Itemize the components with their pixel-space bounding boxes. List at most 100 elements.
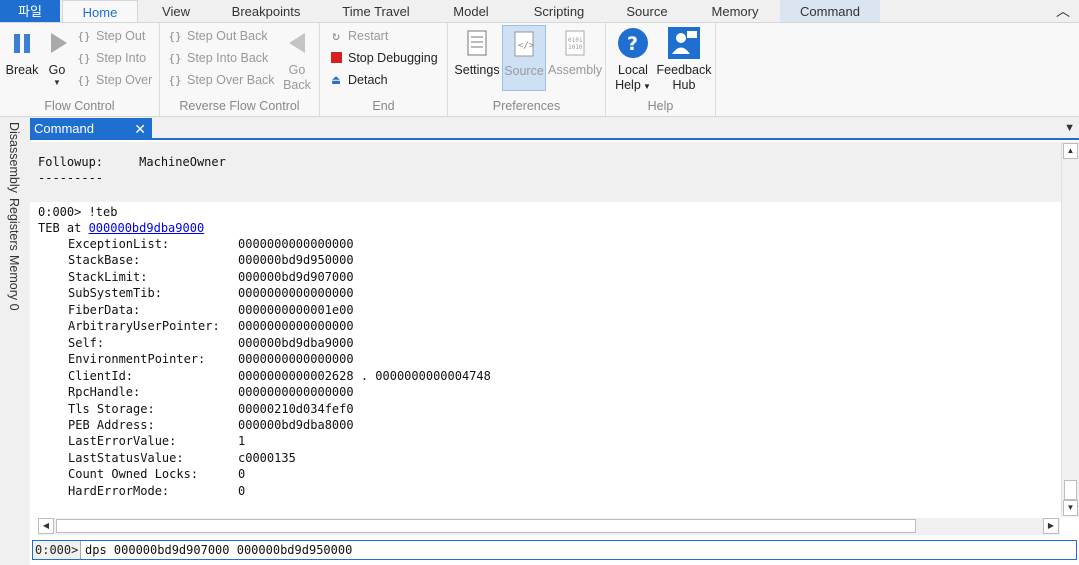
horizontal-scrollbar[interactable]: ◀ ▶ (38, 518, 1060, 535)
tab-file[interactable]: 파일 (0, 0, 60, 23)
break-button[interactable]: Break (4, 27, 40, 78)
teb-field-value: 000000bd9dba8000 (238, 417, 354, 432)
group-help: ? Local Help ▼ Feedback Hub Help (606, 23, 716, 117)
side-tab-disassembly[interactable]: Disassembly (7, 122, 21, 193)
tab-source[interactable]: Source (612, 0, 682, 23)
step-over-back-label: Step Over Back (187, 73, 275, 87)
play-icon (42, 27, 74, 59)
command-window-title: Command (34, 121, 94, 136)
scroll-left-icon[interactable]: ◀ (38, 518, 54, 534)
detach-button[interactable]: ⏏ Detach (328, 70, 388, 90)
stop-debugging-button[interactable]: Stop Debugging (328, 48, 438, 68)
go-dropdown-icon[interactable]: ▼ (42, 78, 72, 88)
command-output[interactable]: Followup: MachineOwner --------- 0:000> … (30, 142, 1062, 518)
local-help-label-1: Local (618, 63, 648, 77)
side-tab-registers[interactable]: Registers (7, 198, 21, 251)
group-reverse-flow-control: {} Step Out Back {} Step Into Back {} Step … (160, 23, 320, 117)
eject-icon: ⏏ (332, 73, 340, 88)
step-over-button[interactable]: {} Step Over (76, 70, 152, 90)
step-out-back-button[interactable]: {} Step Out Back (167, 26, 268, 46)
tab-memory[interactable]: Memory (700, 0, 770, 23)
vertical-scrollbar[interactable]: ▲ ▼ (1061, 142, 1079, 517)
step-into-back-icon: {} (168, 52, 182, 65)
source-mode-button[interactable]: </> Source (502, 25, 546, 91)
ribbon-tab-bar: 파일 Home View Breakpoints Time Travel Mod… (0, 0, 1079, 23)
teb-field-name: StackBase: (68, 253, 141, 268)
group-label-preferences: Preferences (492, 99, 561, 113)
step-out-button[interactable]: {} Step Out (76, 26, 145, 46)
tab-view[interactable]: View (138, 0, 214, 23)
command-input-bar: 0:000> (32, 540, 1077, 560)
local-help-button[interactable]: ? Local Help ▼ (612, 27, 654, 94)
step-out-back-label: Step Out Back (187, 29, 268, 43)
go-button[interactable]: Go ▼ (42, 27, 72, 88)
settings-label: Settings (454, 63, 500, 77)
panel-menu-icon[interactable]: ▼ (1064, 122, 1075, 134)
scroll-right-icon[interactable]: ▶ (1043, 518, 1059, 534)
step-over-back-button[interactable]: {} Step Over Back (167, 70, 275, 90)
teb-field-name: HardErrorMode: (68, 483, 170, 498)
teb-prefix: TEB at (38, 221, 89, 235)
teb-field-value: 000000bd9d907000 (238, 269, 354, 284)
teb-field-value: 0000000000000000 (238, 286, 354, 301)
collapse-ribbon-icon[interactable]: ︿ (1055, 1, 1071, 21)
step-over-label: Step Over (96, 73, 153, 87)
assembly-icon: 0101 1010 (559, 27, 591, 59)
command-window-tab[interactable]: Command ✕ (30, 118, 152, 140)
teb-field-name: LastStatusValue: (68, 450, 184, 465)
go-back-button[interactable]: Go Back (280, 27, 314, 93)
step-out-label: Step Out (96, 29, 146, 43)
teb-field-value: 1 (238, 434, 246, 449)
command-input[interactable] (85, 541, 1065, 559)
ribbon: Break Go ▼ {} Step Out {} Step Into {} Step… (0, 22, 1079, 117)
teb-field-name: RpcHandle: (68, 385, 141, 400)
tab-command[interactable]: Command (780, 0, 880, 23)
feedback-label-1: Feedback (656, 63, 712, 77)
tab-home[interactable]: Home (62, 0, 138, 23)
teb-address-link[interactable]: 000000bd9dba9000 (89, 221, 205, 235)
feedback-hub-button[interactable]: Feedback Hub (656, 27, 712, 93)
horizontal-scroll-thumb[interactable] (56, 519, 916, 533)
teb-field-name: Tls Storage: (68, 401, 155, 416)
step-out-back-icon: {} (168, 30, 182, 43)
teb-field-name: ExceptionList: (68, 237, 170, 251)
teb-field-name: EnvironmentPointer: (68, 352, 206, 367)
go-back-label-2: Back (283, 78, 311, 92)
step-into-back-button[interactable]: {} Step Into Back (167, 48, 268, 68)
restart-label: Restart (348, 29, 389, 43)
assembly-mode-button[interactable]: 0101 1010 Assembly (548, 27, 602, 78)
stop-debugging-label: Stop Debugging (348, 51, 438, 65)
tab-breakpoints[interactable]: Breakpoints (214, 0, 318, 23)
step-into-button[interactable]: {} Step Into (76, 48, 146, 68)
feedback-hub-icon (668, 27, 700, 59)
side-tab-memory[interactable]: Memory 0 (7, 255, 21, 311)
scroll-up-icon[interactable]: ▲ (1063, 143, 1078, 159)
detach-label: Detach (348, 73, 388, 87)
group-label-flow-control: Flow Control (44, 99, 115, 113)
teb-field-name: ArbitraryUserPointer: (68, 319, 220, 334)
svg-text:</>: </> (518, 41, 535, 51)
teb-field-value: 0000000000000000 (238, 237, 354, 251)
restart-icon: ↻ (332, 29, 340, 44)
tab-model[interactable]: Model (440, 0, 502, 23)
restart-button[interactable]: ↻ Restart (328, 26, 388, 46)
svg-text:0101: 0101 (568, 37, 583, 44)
teb-field-value: 0000000000000000 (238, 385, 354, 400)
back-arrow-icon (281, 27, 313, 59)
group-end: ↻ Restart Stop Debugging ⏏ Detach End (320, 23, 448, 117)
teb-field-name: LastErrorValue: (68, 434, 177, 449)
close-icon[interactable]: ✕ (134, 118, 146, 140)
settings-button[interactable]: Settings (453, 27, 501, 78)
vertical-scroll-thumb[interactable] (1064, 480, 1077, 500)
tab-scripting[interactable]: Scripting (520, 0, 598, 23)
teb-field-name: StackLimit: (68, 269, 148, 284)
teb-field-name: FiberData: (68, 302, 141, 317)
scroll-down-icon[interactable]: ▼ (1063, 500, 1078, 516)
assembly-label: Assembly (548, 63, 603, 77)
tab-time-travel[interactable]: Time Travel (326, 0, 426, 23)
windbg-window: 파일 Home View Breakpoints Time Travel Mod… (0, 0, 1079, 565)
svg-text:1010: 1010 (568, 44, 583, 51)
pause-icon (6, 27, 38, 59)
step-into-label: Step Into (96, 51, 147, 65)
step-out-icon: {} (77, 30, 91, 43)
